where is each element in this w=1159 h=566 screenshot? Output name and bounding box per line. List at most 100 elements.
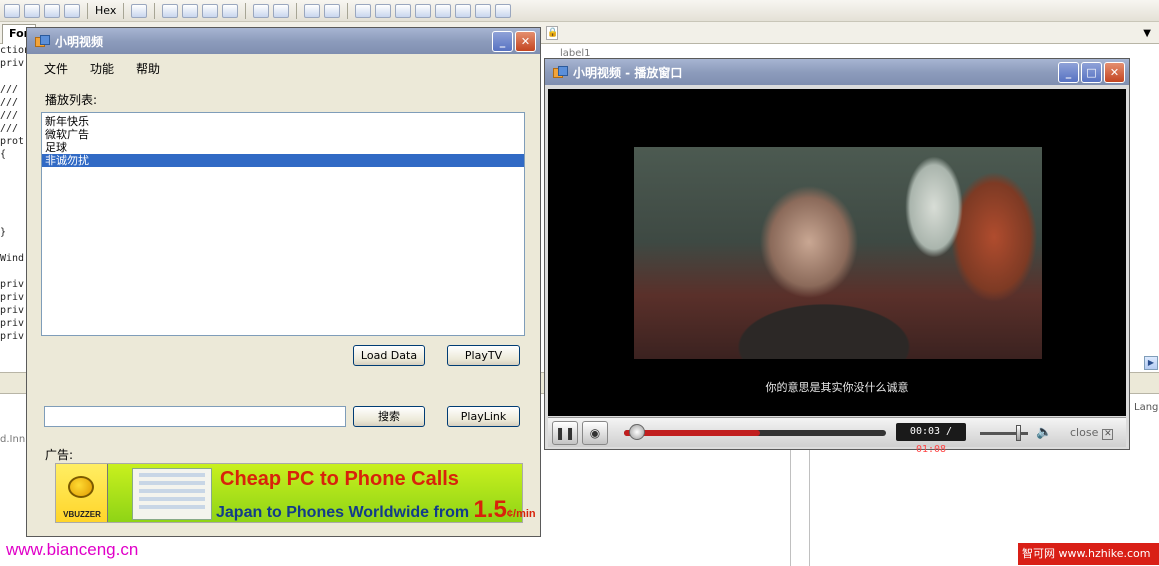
- toolbar-comment-icon[interactable]: [304, 3, 321, 18]
- progress-bar[interactable]: [624, 430, 886, 436]
- player-close-button[interactable]: close ✕: [1070, 426, 1114, 440]
- scroll-right-icon[interactable]: ▶: [1144, 356, 1158, 370]
- toolbar-find-icon[interactable]: [495, 3, 512, 18]
- code-line: priv: [0, 292, 25, 303]
- video-subtitle: 你的意思是其实你没什么诚意: [765, 381, 909, 394]
- code-line: priv: [0, 58, 25, 69]
- toolbar-bookmark-next-icon[interactable]: [395, 3, 412, 18]
- menu-file[interactable]: 文件: [44, 60, 68, 80]
- main-window-titlebar[interactable]: 小明视频 _ ✕: [27, 28, 540, 54]
- search-button[interactable]: 搜索: [353, 406, 425, 427]
- toolbar-separator: [154, 2, 156, 19]
- toolbar-align-icon[interactable]: [162, 3, 179, 18]
- toolbar-format-icon[interactable]: [64, 3, 80, 18]
- toolbar-uncomment-icon[interactable]: [324, 3, 341, 18]
- toolbar-nav-back-icon[interactable]: [455, 3, 472, 18]
- ad-subline-text: Japan to Phones Worldwide from: [216, 504, 470, 521]
- toolbar-outdent-icon[interactable]: [273, 3, 290, 18]
- toolbar-forward-icon[interactable]: [4, 3, 20, 18]
- app-icon: [553, 66, 568, 78]
- minimize-icon[interactable]: _: [492, 30, 513, 52]
- list-item[interactable]: 微软广告: [42, 128, 524, 141]
- code-line: {: [0, 149, 7, 160]
- watermark-right: 智可网 www.hzhike.com: [1018, 543, 1159, 565]
- toolbar-separator: [347, 2, 349, 19]
- code-line: Wind: [0, 253, 25, 264]
- pause-icon[interactable]: ❚❚: [552, 421, 578, 445]
- time-display: 00:03 / 01:08: [896, 423, 966, 455]
- watermark-left: www.bianceng.cn: [6, 540, 139, 559]
- maximize-icon[interactable]: □: [1081, 61, 1102, 83]
- app-icon: [35, 35, 50, 47]
- time-separator: /: [940, 426, 953, 437]
- player-window-title: 小明视频 - 播放窗口: [573, 65, 683, 80]
- minimize-icon[interactable]: _: [1058, 61, 1079, 83]
- toolbar-bookmark-icon[interactable]: [355, 3, 372, 18]
- load-data-button[interactable]: Load Data: [353, 345, 425, 366]
- vbuzzer-logo-icon: [68, 476, 94, 498]
- chevron-down-icon[interactable]: ▼: [1143, 28, 1151, 39]
- search-input[interactable]: [44, 406, 346, 427]
- share-icon[interactable]: ◉: [582, 421, 608, 445]
- ad-headline: Cheap PC to Phone Calls: [220, 468, 459, 490]
- lock-icon: 🔒: [546, 26, 559, 40]
- toolbar-bookmark-prev-icon[interactable]: [375, 3, 392, 18]
- time-current: 00:03: [909, 426, 941, 437]
- ad-price-unit: ¢/min: [506, 508, 536, 520]
- toolbar-indent-icon[interactable]: [253, 3, 270, 18]
- player-window-titlebar[interactable]: 小明视频 - 播放窗口 _ □ ✕: [545, 59, 1129, 85]
- toolbar-nav-forward-icon[interactable]: [475, 3, 492, 18]
- ad-banner[interactable]: VBUZZER Cheap PC to Phone Calls Japan to…: [55, 463, 536, 523]
- toolbar-copy-icon[interactable]: [24, 3, 40, 18]
- menu-function[interactable]: 功能: [90, 60, 114, 80]
- toolbar-select-icon[interactable]: [202, 3, 219, 18]
- code-line: ///: [0, 110, 19, 121]
- toolbar-paste-icon[interactable]: [44, 3, 60, 18]
- code-line: priv: [0, 279, 25, 290]
- code-line: priv: [0, 318, 25, 329]
- video-frame-image: [634, 147, 1042, 359]
- menu-help[interactable]: 帮助: [136, 60, 160, 80]
- video-area[interactable]: 你的意思是其实你没什么诚意: [548, 89, 1126, 416]
- code-editor[interactable]: ction2. priv /// /// /// /// prot { } Wi…: [0, 44, 28, 374]
- list-item-selected[interactable]: 非诚勿扰: [42, 154, 524, 167]
- main-window-title: 小明视频: [55, 34, 104, 49]
- time-total: 01:08: [915, 444, 947, 455]
- toolbar-hex-button[interactable]: Hex: [95, 4, 116, 17]
- toolbar-separator: [245, 2, 247, 19]
- toolbar-bring-icon[interactable]: [182, 3, 199, 18]
- progress-knob[interactable]: [629, 424, 645, 440]
- list-item[interactable]: 足球: [42, 141, 524, 154]
- list-item[interactable]: 新年快乐: [42, 115, 524, 128]
- close-icon[interactable]: ✕: [515, 30, 536, 52]
- toolbar-font-icon[interactable]: [222, 3, 239, 18]
- ad-price: 1.5: [473, 496, 507, 523]
- toolbar-separator: [296, 2, 298, 19]
- close-icon: ✕: [1102, 429, 1114, 440]
- toolbar-bookmark-folder-icon[interactable]: [415, 3, 432, 18]
- ide-panel-splitter[interactable]: [790, 450, 810, 566]
- code-line: ///: [0, 97, 19, 108]
- playlist-label: 播放列表:: [45, 93, 98, 107]
- toolbar-bookmark-clear-icon[interactable]: [435, 3, 452, 18]
- close-icon[interactable]: ✕: [1104, 61, 1125, 83]
- play-tv-button[interactable]: PlayTV: [447, 345, 520, 366]
- code-fragment: d.Inn: [0, 434, 26, 445]
- play-link-button[interactable]: PlayLink: [447, 406, 520, 427]
- speaker-icon[interactable]: 🔈: [1036, 425, 1052, 440]
- ad-subline: Japan to Phones Worldwide from 1.5¢/min: [216, 496, 536, 524]
- playlist-listbox[interactable]: 新年快乐 微软广告 足球 非诚勿扰: [41, 112, 525, 336]
- property-label-lang: Lang: [1134, 402, 1159, 413]
- volume-knob[interactable]: [1016, 425, 1021, 441]
- player-window: 小明视频 - 播放窗口 _ □ ✕ 你的意思是其实你没什么诚意 ❚❚ ◉ 00:…: [544, 58, 1130, 455]
- toolbar-separator: [87, 2, 88, 19]
- ad-logo: VBUZZER: [56, 464, 108, 522]
- player-controls: ❚❚ ◉ 00:03 / 01:08 🔈 close ✕: [548, 417, 1126, 455]
- player-close-label: close: [1070, 426, 1099, 439]
- toolbar-breakpoint-icon[interactable]: [131, 3, 148, 18]
